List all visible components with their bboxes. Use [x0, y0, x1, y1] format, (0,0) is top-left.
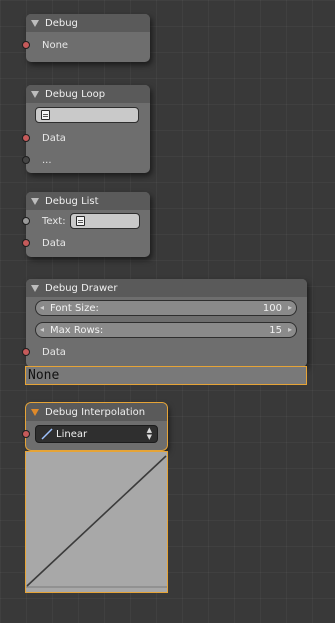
drawer-output-text: None — [25, 366, 307, 385]
max-rows-value: 15 — [269, 324, 282, 336]
node-debug[interactable]: Debug None — [22, 14, 150, 62]
data-input-socket[interactable] — [22, 134, 30, 142]
socket-label: None — [42, 39, 69, 51]
max-rows-field[interactable]: ◂ Max Rows: 15 ▸ — [35, 322, 297, 338]
node-header[interactable]: Debug Drawer — [26, 279, 307, 297]
font-size-field[interactable]: ◂ Font Size: 100 ▸ — [35, 300, 297, 316]
socket-label: Text: — [42, 215, 66, 227]
increment-arrow-icon[interactable]: ▸ — [288, 303, 292, 312]
interpolation-curve-preview — [25, 451, 168, 593]
node-title: Debug Drawer — [45, 282, 118, 294]
empty-input-socket[interactable] — [22, 156, 30, 164]
node-debug-drawer[interactable]: Debug Drawer ◂ Font Size: 100 ▸ ◂ Max Ro… — [22, 279, 307, 367]
linear-icon — [41, 428, 53, 440]
text-input-socket[interactable] — [22, 217, 30, 225]
node-header[interactable]: Debug Interpolation — [26, 403, 167, 421]
data-input-socket[interactable] — [22, 239, 30, 247]
font-size-value: 100 — [262, 302, 282, 314]
collapse-triangle-icon[interactable] — [31, 198, 39, 205]
node-debug-list[interactable]: Debug List Text: Data — [22, 192, 150, 257]
collapse-triangle-icon[interactable] — [31, 285, 39, 292]
up-down-arrows-icon: ▲ ▼ — [146, 426, 152, 441]
text-block-selector[interactable] — [35, 107, 139, 123]
increment-arrow-icon[interactable]: ▸ — [288, 325, 292, 334]
interpolation-curve — [26, 455, 167, 588]
socket-label: ... — [42, 154, 52, 166]
node-title: Debug Loop — [45, 88, 106, 100]
collapse-triangle-icon[interactable] — [31, 20, 39, 27]
font-size-label: Font Size: — [50, 302, 99, 314]
data-input-socket[interactable] — [22, 348, 30, 356]
node-title: Debug — [45, 17, 78, 29]
document-icon — [75, 216, 85, 226]
node-title: Debug Interpolation — [45, 406, 146, 418]
node-header[interactable]: Debug List — [26, 192, 150, 210]
collapse-triangle-icon[interactable] — [31, 409, 39, 416]
socket-label: Data — [42, 132, 66, 144]
max-rows-label: Max Rows: — [50, 324, 104, 336]
collapse-triangle-icon[interactable] — [31, 91, 39, 98]
node-debug-interpolation[interactable]: Debug Interpolation Linear ▲ ▼ — [22, 403, 167, 450]
decrement-arrow-icon[interactable]: ◂ — [40, 303, 44, 312]
node-header[interactable]: Debug Loop — [26, 85, 150, 103]
node-debug-loop[interactable]: Debug Loop Data ... — [22, 85, 150, 173]
text-block-selector[interactable] — [69, 213, 140, 229]
node-header[interactable]: Debug — [26, 14, 150, 32]
socket-label: Data — [42, 237, 66, 249]
socket-label: Data — [42, 346, 66, 358]
interpolation-selected: Linear — [56, 428, 88, 440]
interpolation-dropdown[interactable]: Linear ▲ ▼ — [35, 425, 158, 443]
decrement-arrow-icon[interactable]: ◂ — [40, 325, 44, 334]
node-title: Debug List — [45, 195, 99, 207]
interpolation-input-socket[interactable] — [22, 430, 30, 438]
data-input-socket[interactable] — [22, 41, 30, 49]
document-icon — [41, 110, 50, 120]
